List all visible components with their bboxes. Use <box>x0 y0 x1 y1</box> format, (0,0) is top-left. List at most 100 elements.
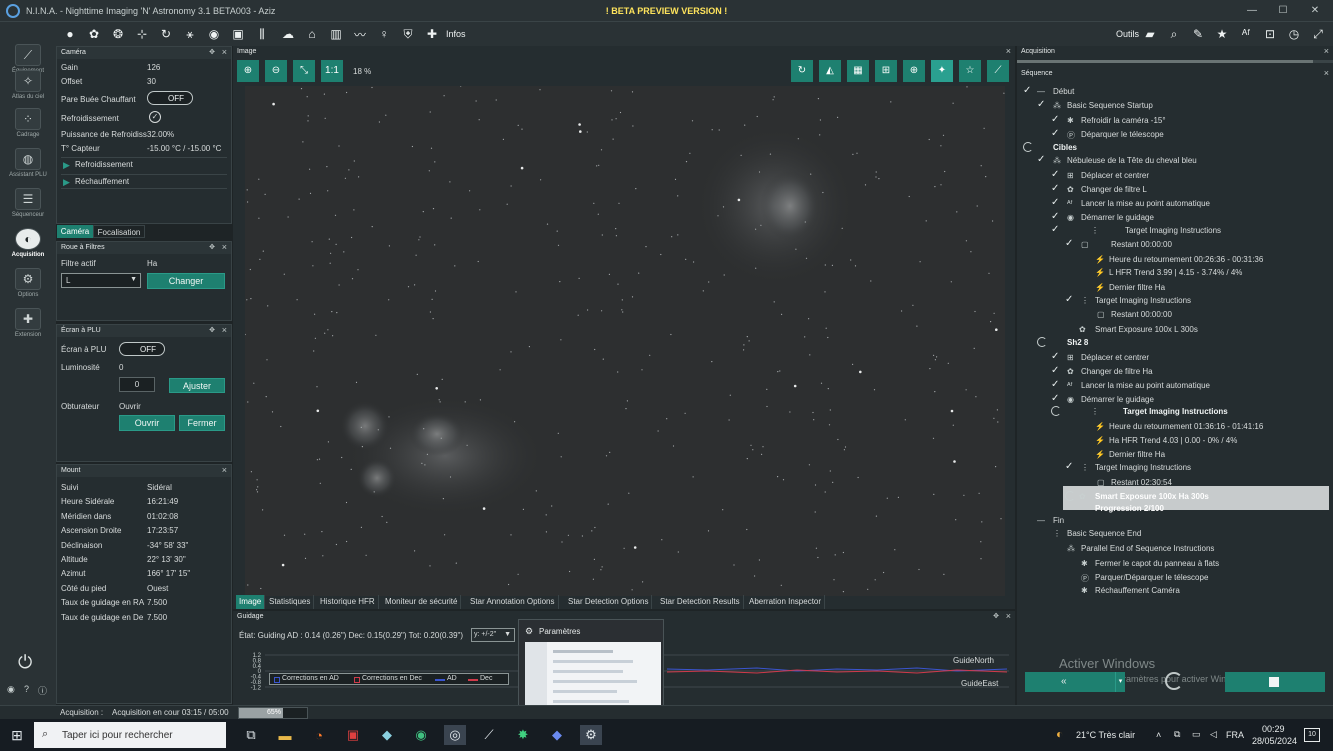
zoom-in-icon[interactable]: ⊕ <box>237 60 259 82</box>
grid-icon[interactable]: ▦ <box>847 60 869 82</box>
minimize-button[interactable]: — <box>1237 4 1267 18</box>
sequence-item[interactable]: Heure du retournement 00:26:36 - 00:31:3… <box>1109 255 1263 264</box>
pin-icon[interactable]: ✥ <box>993 612 999 620</box>
settings-taskbar-icon[interactable]: ⚙ <box>580 725 602 745</box>
open-cover-button[interactable]: Ouvrir <box>119 415 175 431</box>
flip-icon[interactable]: ◭ <box>819 60 841 82</box>
windows-start-icon[interactable]: ⊞ <box>6 725 28 745</box>
clock-time[interactable]: 00:29 <box>1262 724 1285 734</box>
frame-icon[interactable]: ⊡ <box>1262 26 1278 42</box>
close-icon[interactable]: × <box>222 47 227 57</box>
adjust-button[interactable]: Ajuster <box>169 378 225 393</box>
guiding-y-select[interactable]: y: +/-2" ▼ <box>471 628 515 642</box>
app-telescope-icon[interactable]: ⟋ <box>478 725 500 745</box>
close-icon[interactable]: × <box>222 325 227 335</box>
flat-screen-toggle[interactable]: OFF <box>119 342 165 356</box>
tab-3[interactable]: Moniteur de sécurité <box>382 595 462 609</box>
guider-status-icon[interactable]: ◉ <box>206 26 222 42</box>
tab-7[interactable]: Aberration Inspector <box>746 595 826 609</box>
sequence-item[interactable]: Déplacer et centrer <box>1081 353 1149 362</box>
tab-5[interactable]: Star Detection Options <box>565 595 653 609</box>
sequence-item[interactable]: Target Imaging Instructions <box>1095 463 1191 472</box>
info-icon[interactable]: ⓘ <box>38 684 47 697</box>
dew-heater-toggle[interactable]: OFF <box>147 91 193 105</box>
volume-icon[interactable]: ◁ <box>1210 729 1217 740</box>
eye-icon[interactable]: ◉ <box>7 684 15 695</box>
network-icon[interactable]: ▭ <box>1192 729 1201 740</box>
close-window-button[interactable]: ✕ <box>1300 4 1330 18</box>
sequence-item[interactable]: Déparquer le télescope <box>1081 130 1164 139</box>
sequence-item[interactable]: Basic Sequence End <box>1067 529 1141 538</box>
tab-focus[interactable]: Focalisation <box>93 225 145 238</box>
focus-icon[interactable]: ᴬᶠ <box>1238 26 1254 42</box>
language-indicator[interactable]: FRA <box>1226 730 1244 740</box>
sidebar-item-atlas[interactable]: ✧ Atlas du ciel <box>0 70 56 100</box>
sequence-item[interactable]: Changer de filtre Ha <box>1081 367 1153 376</box>
tab-2[interactable]: Historique HFR <box>317 595 379 609</box>
maximize-button[interactable]: ☐ <box>1268 4 1298 18</box>
rotate-status-icon[interactable]: ↻ <box>158 26 174 42</box>
sequence-scroll-track[interactable] <box>1017 60 1333 63</box>
sequence-item[interactable]: Restant 00:00:00 <box>1111 310 1172 319</box>
chart-status-icon[interactable]: ▥ <box>328 26 344 42</box>
sequence-item[interactable]: Fermer le capot du panneau à flats <box>1095 559 1219 568</box>
app-blue-icon[interactable]: ◆ <box>376 725 398 745</box>
target-icon[interactable]: ⊕ <box>903 60 925 82</box>
zoom-out-icon[interactable]: ⊖ <box>265 60 287 82</box>
sequence-item[interactable]: Target Imaging Instructions <box>1123 407 1228 416</box>
wand-icon[interactable]: ✦ <box>931 60 953 82</box>
sequence-item[interactable]: Progression 2/100 <box>1095 504 1164 513</box>
close-cover-button[interactable]: Fermer <box>179 415 225 431</box>
pin-icon[interactable]: ✥ <box>209 48 215 56</box>
filterwheel-status-icon[interactable]: ✿ <box>86 26 102 42</box>
fit-icon[interactable]: ⤡ <box>293 60 315 82</box>
sequence-item[interactable]: Refroidir la caméra -15° <box>1081 116 1166 125</box>
warming-expander[interactable]: ▶ Réchauffement <box>61 174 227 189</box>
search-icon[interactable]: ⌕ <box>1166 26 1182 42</box>
wand-icon[interactable]: ✎ <box>1190 26 1206 42</box>
power-icon[interactable]: ⏻ <box>18 652 32 673</box>
clock-date[interactable]: 28/05/2024 <box>1252 736 1297 746</box>
zoom-1to1-button[interactable]: 1:1 <box>321 60 343 82</box>
sidebar-item-equipment[interactable]: ⟋ Équipement <box>0 30 56 74</box>
switch-status-icon[interactable]: ▣ <box>230 26 246 42</box>
app-diamond-icon[interactable]: ◆ <box>546 725 568 745</box>
tab-6[interactable]: Star Detection Results <box>657 595 744 609</box>
sidebar-item-sequencer[interactable]: ☰ Séquenceur <box>0 188 56 218</box>
close-icon[interactable]: × <box>222 465 227 475</box>
sequence-dropdown[interactable]: ▾ <box>1115 672 1125 692</box>
app-target-icon[interactable]: ✸ <box>512 725 534 745</box>
camera-status-icon[interactable]: ● <box>62 26 78 42</box>
rotator-status-icon[interactable]: ⊹ <box>134 26 150 42</box>
close-icon[interactable]: × <box>1324 46 1329 56</box>
taskbar-search[interactable]: ⌕ Taper ici pour rechercher <box>34 722 226 748</box>
close-icon[interactable]: × <box>1006 611 1011 621</box>
star-icon[interactable]: ★ <box>1214 26 1230 42</box>
history-icon[interactable]: ◷ <box>1286 26 1302 42</box>
telescope-status-icon[interactable]: ⚹ <box>182 26 198 42</box>
settings-preview-popup[interactable]: ⚙ Paramètres <box>518 619 664 719</box>
sequence-item[interactable]: Démarrer le guidage <box>1081 213 1154 222</box>
nina-taskbar-icon[interactable]: ◎ <box>444 725 466 745</box>
task-view-icon[interactable]: ⧉ <box>240 725 262 745</box>
weather-status-icon[interactable]: ☁ <box>280 26 296 42</box>
shield-icon[interactable]: ⛨ <box>400 26 416 42</box>
astro-image[interactable] <box>245 86 1005 596</box>
sequence-item[interactable]: Smart Exposure 100x Ha 300s <box>1095 492 1209 501</box>
dome-status-icon[interactable]: ⌂ <box>304 26 320 42</box>
sequence-item[interactable]: Basic Sequence Startup <box>1067 101 1153 110</box>
tray-app-icon[interactable]: ⧉ <box>1174 729 1180 740</box>
sequence-item[interactable]: L HFR Trend 3.99 | 4.15 - 3.74% / 4% <box>1109 268 1242 277</box>
app-red-icon[interactable]: ▣ <box>342 725 364 745</box>
sequence-item[interactable]: Target Imaging Instructions <box>1095 296 1191 305</box>
notes-icon[interactable]: ▰ <box>1142 26 1158 42</box>
firefox-icon[interactable]: ◔ <box>308 725 330 745</box>
outils-label[interactable]: Outils <box>1116 29 1139 39</box>
trend-status-icon[interactable]: 〰 <box>352 26 368 42</box>
weather-text[interactable]: 21°C Très clair <box>1076 730 1135 740</box>
tab-4[interactable]: Star Annotation Options <box>467 595 559 609</box>
close-icon[interactable]: × <box>1324 68 1329 78</box>
app-green-icon[interactable]: ◉ <box>410 725 432 745</box>
sequence-item[interactable]: Ha HFR Trend 4.03 | 0.00 - 0% / 4% <box>1109 436 1237 445</box>
lightbulb-icon[interactable]: ♀ <box>376 26 392 42</box>
